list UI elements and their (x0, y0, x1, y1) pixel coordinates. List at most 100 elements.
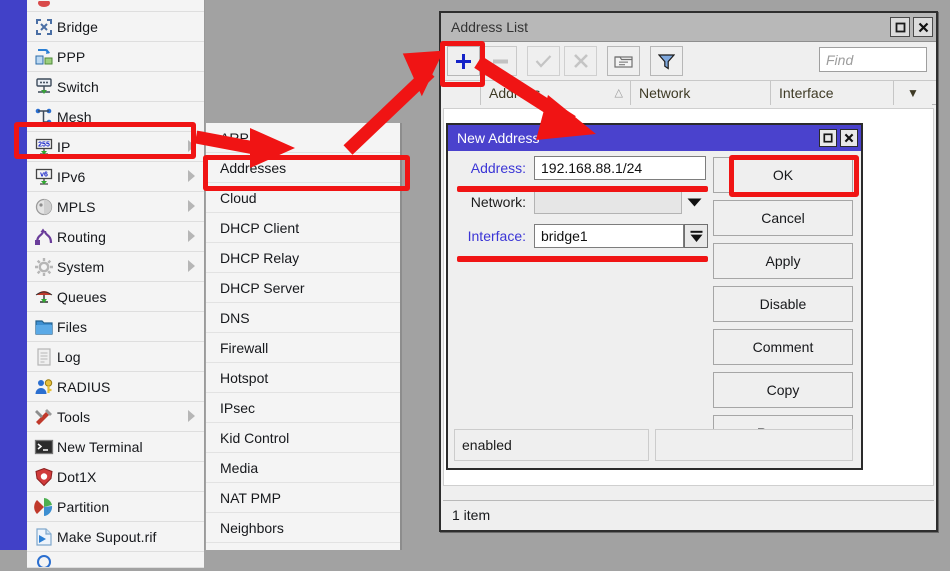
sidebar-item-label: Tools (57, 408, 91, 425)
header-label-network: Network (639, 84, 691, 101)
address-list-toolbar: Find (441, 42, 936, 80)
remove-button[interactable] (484, 46, 517, 76)
sidebar-item-ppp[interactable]: PPP (27, 42, 204, 72)
sidebar-item-new-terminal[interactable]: New Terminal (27, 432, 204, 462)
make-supout-icon (31, 526, 57, 548)
address-field-label: Address: (470, 160, 526, 176)
sidebar-item-bridge[interactable]: Bridge (27, 12, 204, 42)
header-cell-address[interactable]: Address △ (481, 80, 631, 105)
submenu-item-dhcp-client[interactable]: DHCP Client (206, 213, 400, 243)
dialog-close-icon[interactable] (840, 129, 858, 147)
annotation-box-add-button (440, 41, 485, 87)
sidebar-item-label: Make Supout.rif (57, 528, 157, 545)
new-address-form: Address: 192.168.88.1/24 Network: Interf… (448, 151, 718, 253)
filter-button[interactable] (650, 46, 683, 76)
sidebar-item-routing[interactable]: Routing (27, 222, 204, 252)
sidebar-item-files[interactable]: Files (27, 312, 204, 342)
header-label-address: Address (489, 84, 541, 101)
submenu-item-neighbors[interactable]: Neighbors (206, 513, 400, 543)
submenu-item-dns[interactable]: DNS (206, 303, 400, 333)
new-address-titlebar: New Address (448, 125, 861, 151)
maximize-button[interactable] (890, 17, 910, 37)
cancel-button[interactable]: Cancel (713, 200, 853, 236)
header-cell-interface[interactable]: Interface (771, 80, 894, 105)
find-input[interactable]: Find (819, 47, 927, 72)
sort-ascending-icon: △ (614, 87, 623, 99)
chevron-right-icon (188, 410, 195, 422)
sidebar-item-label: Dot1X (57, 468, 97, 485)
address-input[interactable]: 192.168.88.1/24 (534, 156, 706, 180)
sidebar-item-ipv6[interactable]: v6 IPv6 (27, 162, 204, 192)
new-address-title: New Address (457, 130, 540, 146)
sidebar-item-label: Queues (57, 288, 107, 305)
submenu-item-media[interactable]: Media (206, 453, 400, 483)
submenu-item-kid-control[interactable]: Kid Control (206, 423, 400, 453)
sidebar-item-tools[interactable]: Tools (27, 402, 204, 432)
address-list-statusbar: 1 item (443, 500, 934, 528)
sidebar-item-switch[interactable]: Switch (27, 72, 204, 102)
radius-icon (31, 376, 57, 398)
submenu-item-label: ARP (220, 129, 249, 146)
disable-button[interactable]: Disable (713, 286, 853, 322)
routing-icon (31, 226, 57, 248)
comment-button[interactable] (607, 46, 640, 76)
svg-text:v6: v6 (40, 171, 48, 178)
combo-dropdown-icon[interactable] (684, 224, 708, 248)
header-cell-network[interactable]: Network (631, 80, 771, 105)
sidebar-item-system[interactable]: System (27, 252, 204, 282)
sidebar-item-dot1x[interactable]: Dot1X (27, 462, 204, 492)
network-input[interactable] (534, 190, 682, 214)
interface-field-row: Interface: bridge1 (448, 219, 718, 253)
submenu-item-label: DHCP Server (220, 279, 305, 296)
submenu-item-arp[interactable]: ARP (206, 123, 400, 153)
sidebar-item-partial-bottom[interactable] (27, 552, 204, 568)
sidebar-item-label: Routing (57, 228, 106, 245)
sidebar-item-mpls[interactable]: MPLS (27, 192, 204, 222)
sidebar-item-log[interactable]: Log (27, 342, 204, 372)
sidebar-accent-bar (0, 0, 27, 550)
item-count-label: 1 item (452, 506, 491, 523)
submenu-item-firewall[interactable]: Firewall (206, 333, 400, 363)
annotation-underline-interface-field (457, 256, 708, 262)
submenu-item-dhcp-relay[interactable]: DHCP Relay (206, 243, 400, 273)
mpls-icon (31, 196, 57, 218)
interface-input[interactable]: bridge1 (534, 224, 684, 248)
submenu-item-label: DHCP Relay (220, 249, 300, 266)
submenu-item-ipsec[interactable]: IPsec (206, 393, 400, 423)
copy-button[interactable]: Copy (713, 372, 853, 408)
sidebar-item-label: Switch (57, 78, 99, 95)
partial-bottom-icon (31, 549, 57, 571)
chevron-down-icon[interactable] (682, 190, 706, 214)
submenu-item-dhcp-server[interactable]: DHCP Server (206, 273, 400, 303)
sidebar-item-label: Files (57, 318, 88, 335)
sidebar-item-label: MPLS (57, 198, 96, 215)
tools-icon (31, 406, 57, 428)
submenu-item-label: Kid Control (220, 429, 290, 446)
close-icon[interactable] (913, 17, 933, 37)
interface-field-label: Interface: (467, 228, 526, 244)
sidebar-item-label: IPv6 (57, 168, 86, 185)
sidebar-item-radius[interactable]: RADIUS (27, 372, 204, 402)
enable-button[interactable] (527, 46, 560, 76)
sidebar-item-make-supout-rif[interactable]: Make Supout.rif (27, 522, 204, 552)
annotation-box-ok-button (729, 155, 859, 197)
apply-button[interactable]: Apply (713, 243, 853, 279)
partition-icon (31, 496, 57, 518)
disable-button[interactable] (564, 46, 597, 76)
submenu-item-label: Hotspot (220, 369, 269, 386)
column-menu-button[interactable]: ▼ (894, 80, 932, 105)
sidebar-item-partition[interactable]: Partition (27, 492, 204, 522)
submenu-item-hotspot[interactable]: Hotspot (206, 363, 400, 393)
submenu-item-label: Media (220, 459, 259, 476)
dialog-maximize-button[interactable] (819, 129, 837, 147)
sidebar-item-queues[interactable]: Queues (27, 282, 204, 312)
submenu-item-nat-pmp[interactable]: NAT PMP (206, 483, 400, 513)
queues-icon (31, 286, 57, 308)
submenu-item-label: Cloud (220, 189, 257, 206)
sidebar-item-label: Partition (57, 498, 110, 515)
sidebar-item-partial-top[interactable] (27, 0, 204, 12)
annotation-box-ip-menu-item (14, 122, 196, 159)
address-list-column-header: Address △ Network Interface ▼ (441, 80, 936, 105)
sidebar-item-label: Bridge (57, 18, 99, 35)
comment-button[interactable]: Comment (713, 329, 853, 365)
